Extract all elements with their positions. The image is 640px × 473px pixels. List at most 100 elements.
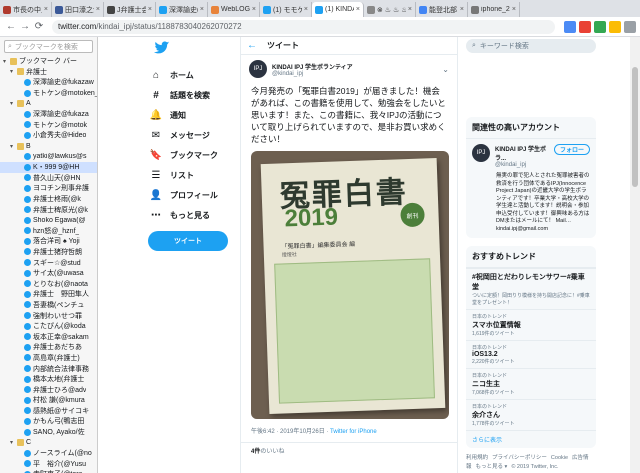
- extension-icon[interactable]: [609, 20, 621, 33]
- tab-close-icon[interactable]: ×: [148, 6, 152, 13]
- tab-close-icon[interactable]: ×: [96, 6, 100, 13]
- back-arrow-icon[interactable]: ←: [247, 40, 257, 51]
- nav-item[interactable]: ⋯ もっと見る: [148, 205, 238, 225]
- browser-tab[interactable]: (1) KINDAI×: [312, 2, 364, 17]
- browser-tab[interactable]: 市長の中止×: [0, 2, 52, 17]
- bookmark-folder[interactable]: ▾ A: [0, 98, 97, 109]
- bookmark-item[interactable]: 深澤諭史@fukaza: [0, 109, 97, 120]
- trend-item[interactable]: 日本のトレンド iOS13.2 2,220件のツイート: [466, 340, 596, 368]
- follow-button[interactable]: フォロー: [553, 144, 590, 155]
- tab-close-icon[interactable]: ×: [356, 6, 360, 13]
- bookmark-item[interactable]: 弁護士あだちあ: [0, 342, 97, 353]
- chevron-down-icon[interactable]: ▾: [10, 68, 17, 75]
- footer-link[interactable]: © 2019 Twitter, Inc.: [511, 464, 558, 470]
- browser-tab[interactable]: 田口濠之介×: [52, 2, 104, 17]
- bookmark-item[interactable]: 橋本太地(弁護士: [0, 374, 97, 385]
- bookmark-item[interactable]: サイ太(@uwasa: [0, 268, 97, 279]
- tab-close-icon[interactable]: ×: [460, 6, 464, 13]
- bookmark-item[interactable]: Shoko Egawa(@: [0, 215, 97, 226]
- browser-tab[interactable]: ⊗ ♨ ♨ ♨ ×: [364, 2, 416, 17]
- nav-item[interactable]: 👤 プロフィール: [148, 185, 238, 205]
- forward-icon[interactable]: →: [18, 21, 32, 32]
- bookmark-folder[interactable]: ▾ 弁護士: [0, 67, 97, 78]
- bookmark-item[interactable]: 弁護士柊雨(@k: [0, 194, 97, 205]
- bookmark-folder[interactable]: ▾ B: [0, 141, 97, 152]
- scrollbar-thumb[interactable]: [632, 67, 638, 187]
- bookmark-item[interactable]: SANO, Ayako/佐: [0, 427, 97, 438]
- nav-item[interactable]: # 話題を検索: [148, 85, 238, 105]
- bookmark-item[interactable]: 坂本正幸@sakam: [0, 331, 97, 342]
- page-scrollbar[interactable]: [630, 37, 640, 473]
- bookmark-search-input[interactable]: ⌕ ブックマークを検索: [4, 40, 93, 53]
- chevron-down-icon[interactable]: ▾: [3, 58, 10, 65]
- footer-link[interactable]: Cookie: [551, 455, 568, 461]
- footer-link[interactable]: もっと見る ▾: [476, 464, 508, 470]
- browser-tab[interactable]: J弁護士会 ×: [104, 2, 156, 17]
- back-icon[interactable]: ←: [4, 21, 18, 32]
- extension-icon[interactable]: [579, 20, 591, 33]
- bookmark-item[interactable]: モトケン@motoken_: [0, 88, 97, 99]
- nav-item[interactable]: ⌂ ホーム: [148, 65, 238, 85]
- bookmark-item[interactable]: スギー☆@stud: [0, 257, 97, 268]
- author-name[interactable]: KINDAI IPJ 学生ボランティア: [272, 62, 353, 71]
- browser-tab[interactable]: 能登北部 ×: [416, 2, 468, 17]
- tweet-photo[interactable]: 冤罪白書 2019 創刊 「冤罪白書」編集委員会 編 燈燈社: [251, 151, 449, 419]
- bookmark-item[interactable]: 村松 謙(@kmura: [0, 395, 97, 406]
- bookmark-item[interactable]: 弁護士ひろ@adv: [0, 384, 97, 395]
- bookmark-item[interactable]: 小倉秀夫@Hideo: [0, 130, 97, 141]
- tab-close-icon[interactable]: ×: [252, 6, 256, 13]
- bookmark-item[interactable]: 内部統合法律事務: [0, 363, 97, 374]
- bookmark-folder[interactable]: ▾ C: [0, 437, 97, 448]
- tweet-source-link[interactable]: Twitter for iPhone: [330, 429, 377, 435]
- bookmark-item[interactable]: 弁護士 野田隼人: [0, 289, 97, 300]
- tweet-button[interactable]: ツイート: [148, 231, 228, 251]
- tab-close-icon[interactable]: ×: [408, 6, 412, 13]
- bookmark-item[interactable]: とりなお(@naota: [0, 278, 97, 289]
- footer-link[interactable]: 利用規約: [466, 455, 488, 461]
- trend-item[interactable]: 日本のトレンド 余介さん 1,778件のツイート: [466, 399, 596, 430]
- trend-item[interactable]: 日本のトレンド スマホ位置情報 1,619件のツイート: [466, 309, 596, 340]
- browser-tab[interactable]: 深澤諭史(4×: [156, 2, 208, 17]
- likes-count[interactable]: 4件のいいね: [241, 442, 457, 458]
- nav-item[interactable]: 🔖 ブックマーク: [148, 145, 238, 165]
- browser-tab[interactable]: (1) モモケン×: [260, 2, 312, 17]
- nav-item[interactable]: 🔔 通知: [148, 105, 238, 125]
- tab-close-icon[interactable]: ×: [200, 6, 204, 13]
- browser-tab[interactable]: iphone_2 ×: [468, 2, 520, 17]
- related-avatar[interactable]: IPJ: [472, 144, 490, 162]
- bookmark-item[interactable]: ヨコチン刑事弁護: [0, 183, 97, 194]
- bookmark-folder[interactable]: ▾ ブックマーク バー: [0, 56, 97, 67]
- tab-close-icon[interactable]: ×: [304, 6, 308, 13]
- bookmark-item[interactable]: 平 裕介(@Yusu: [0, 459, 97, 470]
- bookmark-item[interactable]: 弁護士稗原光(@k: [0, 204, 97, 215]
- author-handle[interactable]: @kindai_ipj: [272, 71, 353, 77]
- bookmark-item[interactable]: 普久山天(@HN: [0, 173, 97, 184]
- trends-more-link[interactable]: さらに表示: [466, 430, 596, 448]
- bookmark-item[interactable]: 強制わいせつ罪: [0, 310, 97, 321]
- tab-close-icon[interactable]: ×: [512, 6, 516, 13]
- trend-item[interactable]: #祝岡田とだわりレモンサワー#乗車堂 ついに定額！岡田りり模様を持ち開店記念に！#…: [466, 268, 596, 309]
- bookmark-item[interactable]: 高島章(弁護士): [0, 353, 97, 364]
- bookmark-item[interactable]: K・999 9@HH: [0, 161, 97, 173]
- nav-item[interactable]: ✉ メッセージ: [148, 125, 238, 145]
- twitter-bird-icon[interactable]: [154, 41, 170, 55]
- reload-icon[interactable]: ⟳: [32, 21, 46, 32]
- chevron-down-icon[interactable]: ▾: [10, 143, 17, 150]
- tab-close-icon[interactable]: ×: [44, 6, 48, 13]
- bookmark-item[interactable]: こたぴん(@koda: [0, 321, 97, 332]
- bookmark-item[interactable]: かもん弓(鴨志田: [0, 416, 97, 427]
- extension-icon[interactable]: [594, 20, 606, 33]
- twitter-search-input[interactable]: ⌕ キーワード検索: [466, 39, 596, 53]
- bookmark-item[interactable]: ノースライム(@no: [0, 448, 97, 459]
- extension-icon[interactable]: [564, 20, 576, 33]
- url-field[interactable]: twitter.com/kindai_ipj/status/1188783040…: [52, 19, 555, 34]
- chevron-down-icon[interactable]: ⌄: [442, 65, 449, 74]
- bookmark-item[interactable]: hzn怒@_hznf_: [0, 226, 97, 237]
- trend-item[interactable]: 日本のトレンド ニコ生主 7,068件のツイート: [466, 368, 596, 399]
- bookmark-item[interactable]: 寺町東子(@tera: [0, 469, 97, 473]
- browser-tab[interactable]: WebLOG ×: [208, 2, 260, 17]
- author-avatar[interactable]: IPJ: [249, 60, 267, 78]
- chevron-down-icon[interactable]: ▾: [10, 439, 17, 446]
- related-account[interactable]: IPJ KINDAI IPJ 学生ボラ... @kindai_ipj フォロー: [466, 139, 596, 173]
- bookmark-item[interactable]: 弁護士猪狩哲朗: [0, 247, 97, 258]
